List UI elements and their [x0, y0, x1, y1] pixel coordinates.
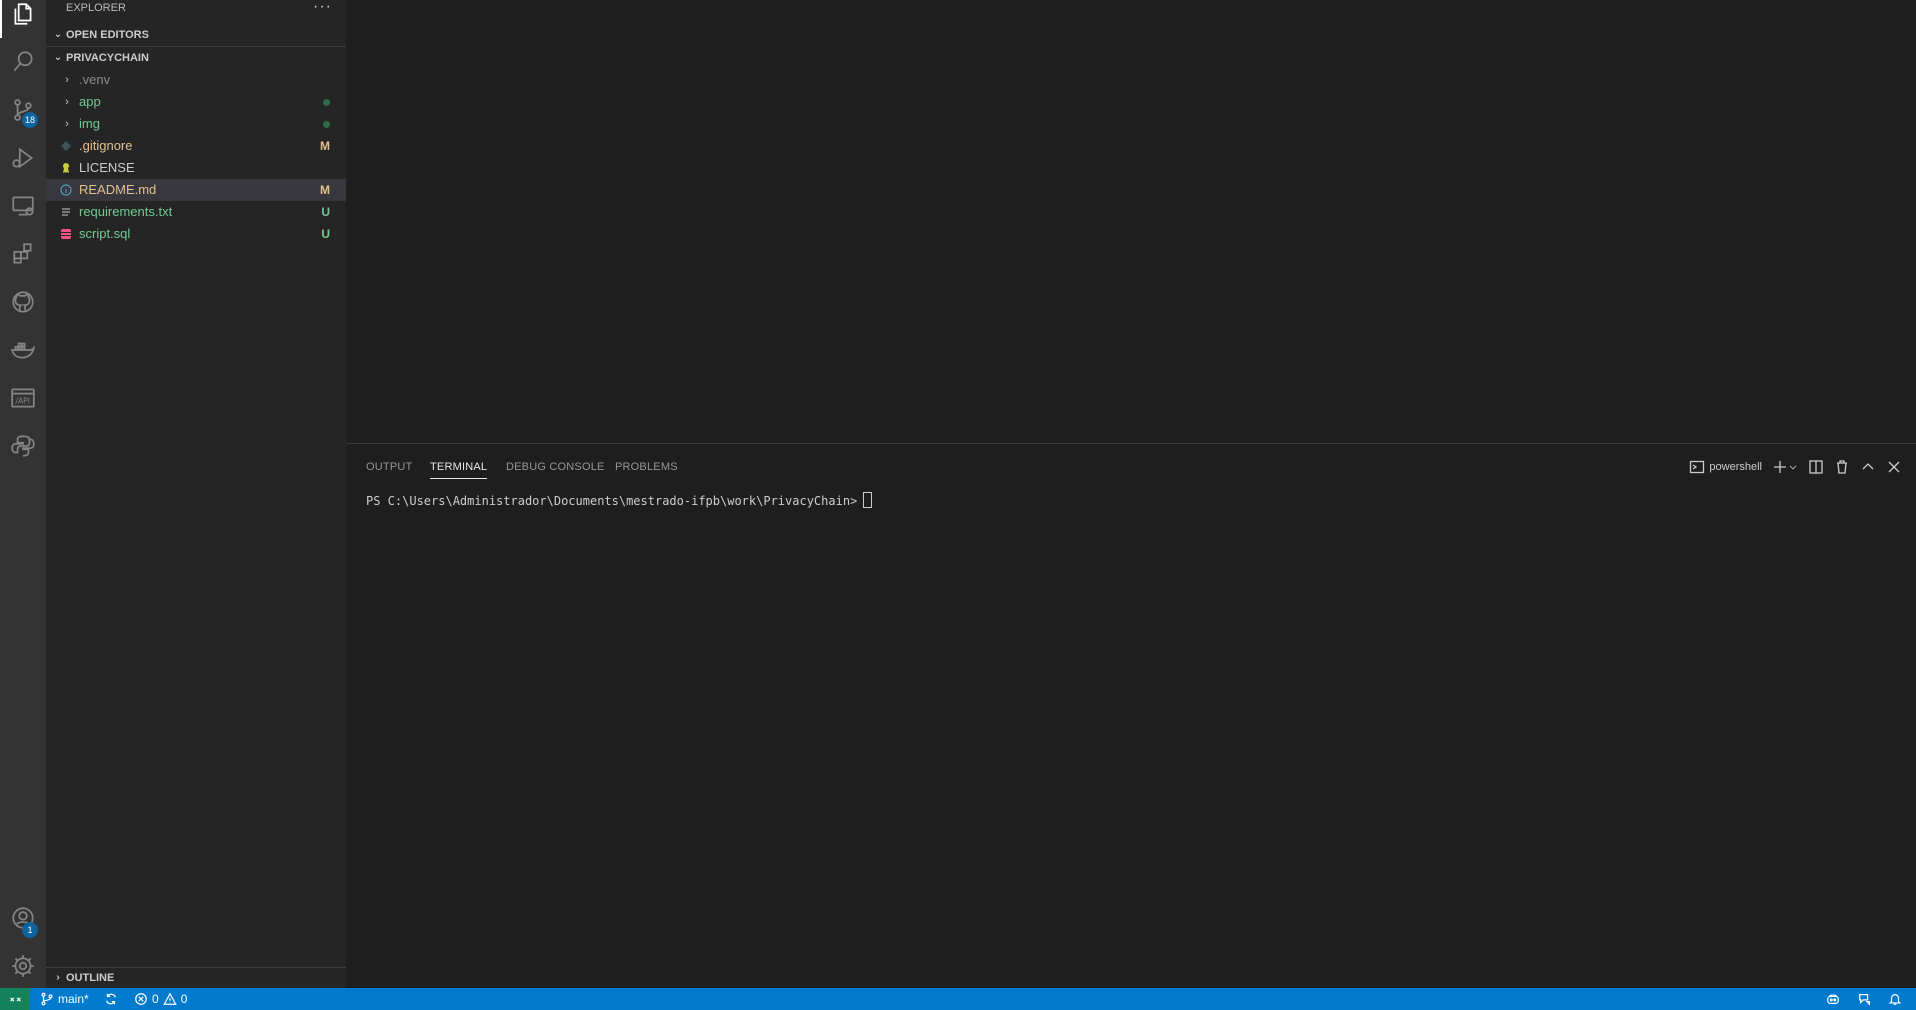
plus-icon — [1774, 461, 1786, 473]
account-icon[interactable]: 1 — [0, 894, 46, 942]
github-icon[interactable] — [0, 278, 46, 326]
error-icon — [135, 993, 147, 1005]
tree-item-readme[interactable]: README.md M — [46, 179, 346, 201]
copilot-button[interactable] — [1826, 988, 1840, 1010]
feedback-button[interactable] — [1858, 988, 1872, 1010]
api-icon[interactable]: /API — [0, 374, 46, 422]
tree-item-script-sql[interactable]: script.sql U — [46, 223, 346, 245]
svg-text:/API: /API — [15, 396, 30, 405]
trash-icon[interactable] — [1834, 459, 1850, 475]
chevron-right-icon: › — [65, 118, 69, 130]
split-terminal-icon[interactable] — [1808, 459, 1824, 475]
problems-indicator[interactable]: 0 0 — [134, 988, 187, 1010]
tree-item-venv[interactable]: › .venv — [46, 69, 346, 91]
account-badge: 1 — [22, 922, 38, 938]
tree-item-requirements[interactable]: requirements.txt U — [46, 201, 346, 223]
maximize-panel-icon[interactable] — [1860, 459, 1876, 475]
chevron-down-icon — [1789, 465, 1797, 470]
tab-terminal[interactable]: TERMINAL — [430, 456, 488, 479]
license-icon — [63, 163, 69, 173]
database-icon — [61, 229, 71, 239]
search-icon[interactable] — [0, 38, 46, 86]
tab-output[interactable]: OUTPUT — [366, 456, 412, 478]
bottom-panel: OUTPUT TERMINAL DEBUG CONSOLE PROBLEMS p… — [346, 443, 1916, 988]
branch-name: main* — [58, 992, 89, 1006]
chevron-down-icon: ⌄ — [53, 29, 63, 40]
remote-explorer-icon[interactable] — [0, 182, 46, 230]
terminal-icon — [1690, 460, 1705, 474]
explorer-sidebar: EXPLORER ··· ⌄ OPEN EDITORS ⌄ PRIVACYCHA… — [46, 0, 346, 988]
warning-icon — [162, 992, 177, 1005]
sidebar-title: EXPLORER — [66, 2, 126, 14]
explorer-icon[interactable] — [0, 0, 46, 38]
editor-area[interactable] — [346, 0, 1916, 443]
tab-debug-console[interactable]: DEBUG CONSOLE — [506, 456, 605, 478]
terminal-output[interactable]: PS C:\Users\Administrador\Documents\mest… — [366, 492, 873, 508]
gitignore-icon — [61, 141, 71, 151]
panel-actions: powershell — [1689, 456, 1902, 478]
new-terminal-button[interactable] — [1772, 459, 1798, 475]
remote-indicator[interactable] — [0, 988, 30, 1010]
terminal-shell-selector[interactable]: powershell — [1689, 459, 1762, 475]
branch-indicator[interactable]: main* — [40, 988, 89, 1010]
sync-icon — [106, 993, 116, 1005]
sync-button[interactable] — [104, 988, 118, 1010]
tree-item-license[interactable]: LICENSE — [46, 157, 346, 179]
chevron-right-icon: › — [65, 74, 69, 86]
feedback-icon — [1859, 994, 1870, 1006]
activity-bar: 18 /API 1 — [0, 0, 46, 988]
gear-icon[interactable] — [0, 942, 46, 990]
python-icon[interactable] — [0, 422, 46, 470]
info-icon — [60, 184, 72, 196]
git-branch-icon — [41, 992, 53, 1006]
text-file-icon — [62, 208, 70, 216]
open-editors-header[interactable]: ⌄ OPEN EDITORS — [46, 24, 346, 46]
terminal-prompt: PS C:\Users\Administrador\Documents\mest… — [366, 494, 858, 508]
tree-item-gitignore[interactable]: .gitignore M — [46, 135, 346, 157]
close-icon[interactable] — [1886, 459, 1902, 475]
chevron-right-icon: › — [56, 972, 60, 983]
tree-item-img[interactable]: › img — [46, 113, 346, 135]
extensions-icon[interactable] — [0, 230, 46, 278]
chevron-right-icon: › — [65, 96, 69, 108]
chevron-down-icon: ⌄ — [53, 52, 63, 63]
docker-icon[interactable] — [0, 326, 46, 374]
remote-icon — [9, 996, 21, 1002]
tab-problems[interactable]: PROBLEMS — [615, 456, 678, 478]
project-header[interactable]: ⌄ PRIVACYCHAIN — [46, 47, 346, 69]
status-dot — [323, 99, 330, 106]
shell-label: powershell — [1709, 461, 1762, 473]
warning-count: 0 — [180, 992, 188, 1006]
tree-item-app[interactable]: › app — [46, 91, 346, 113]
run-debug-icon[interactable] — [0, 134, 46, 182]
source-control-badge: 18 — [22, 112, 38, 128]
copilot-icon — [1827, 994, 1839, 1004]
bell-icon — [1888, 994, 1902, 1005]
outline-header[interactable]: › OUTLINE — [46, 967, 346, 989]
error-count: 0 — [152, 992, 159, 1006]
notifications-button[interactable] — [1888, 988, 1902, 1010]
terminal-cursor — [863, 492, 873, 508]
status-bar: main* 0 0 — [0, 988, 1916, 1010]
status-dot — [323, 121, 330, 128]
source-control-icon[interactable]: 18 — [0, 86, 46, 134]
ellipsis-icon[interactable]: ··· — [313, 0, 332, 16]
